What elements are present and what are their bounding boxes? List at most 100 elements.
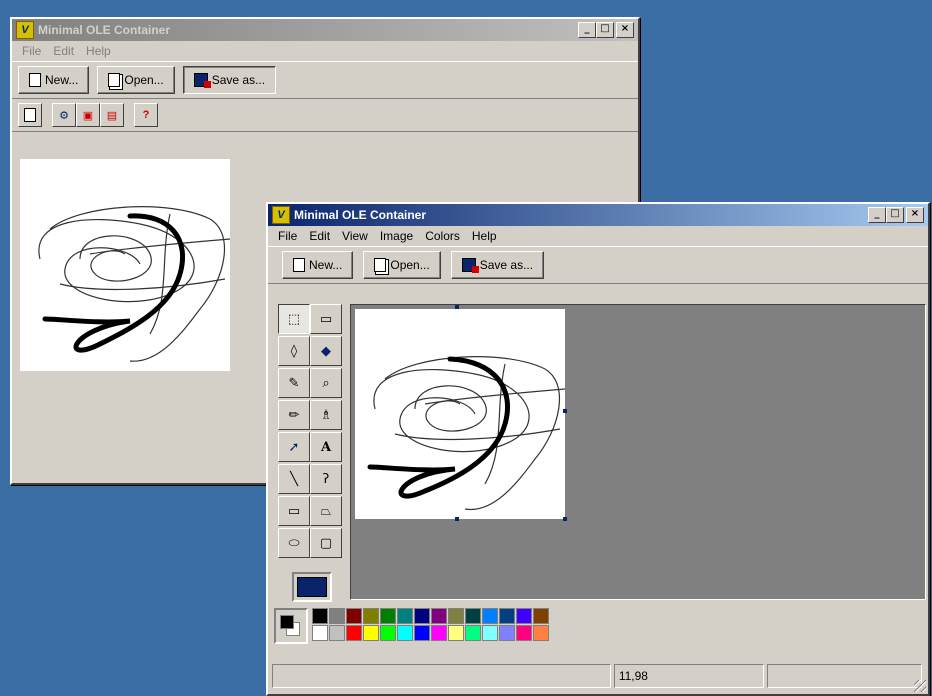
palette-color-swatch[interactable] — [414, 608, 430, 624]
resize-handle[interactable] — [563, 517, 567, 521]
fill-tool[interactable]: ◆ — [310, 336, 342, 366]
maximize-button[interactable]: □ — [886, 207, 904, 223]
palette-color-swatch[interactable] — [448, 608, 464, 624]
size-grip-icon[interactable] — [914, 680, 926, 692]
palette-color-swatch[interactable] — [397, 608, 413, 624]
front-window[interactable]: V Minimal OLE Container _ □ × File Edit … — [266, 202, 930, 696]
rounded-rect-tool[interactable]: ▢ — [310, 528, 342, 558]
paint-canvas[interactable] — [355, 309, 566, 519]
color-palette — [274, 606, 614, 646]
eraser-tool[interactable]: ◊ — [278, 336, 310, 366]
menu-help[interactable]: Help — [466, 229, 503, 243]
scribble-drawing — [38, 206, 231, 362]
palette-color-swatch[interactable] — [516, 625, 532, 641]
save-as-button[interactable]: Save as... — [450, 251, 545, 279]
palette-color-swatch[interactable] — [414, 625, 430, 641]
tool-options-icon — [297, 577, 327, 597]
front-button-row: New... Open... Save as... — [268, 246, 928, 284]
palette-color-swatch[interactable] — [329, 608, 345, 624]
object-edit-button[interactable]: ⚙ — [52, 103, 76, 127]
airbrush-tool[interactable]: ➚ — [278, 432, 310, 462]
palette-color-swatch[interactable] — [499, 625, 515, 641]
palette-color-swatch[interactable] — [465, 608, 481, 624]
menu-view[interactable]: View — [336, 229, 374, 243]
resize-handle[interactable] — [455, 517, 459, 521]
rectangle-tool[interactable]: ▭ — [278, 496, 310, 526]
new-object-button[interactable] — [18, 103, 42, 127]
brush-tool[interactable]: ♗ — [310, 400, 342, 430]
back-small-toolbar: ⚙ ▣ ▤ ? — [12, 99, 638, 132]
minimize-button[interactable]: _ — [578, 22, 596, 38]
new-button[interactable]: New... — [18, 66, 90, 94]
palette-color-swatch[interactable] — [482, 625, 498, 641]
palette-color-swatch[interactable] — [533, 625, 549, 641]
app-icon: V — [16, 21, 34, 39]
new-button[interactable]: New... — [282, 251, 354, 279]
line-tool[interactable]: ╲ — [278, 464, 310, 494]
open-document-icon — [108, 73, 121, 87]
palette-color-swatch[interactable] — [431, 625, 447, 641]
color-picker-tool[interactable]: ✎ — [278, 368, 310, 398]
save-as-button-label: Save as... — [479, 258, 534, 272]
window-title: Minimal OLE Container — [38, 23, 171, 37]
tool-options-box[interactable] — [292, 572, 332, 602]
back-window-titlebar[interactable]: V Minimal OLE Container _ □ × — [12, 19, 638, 41]
ellipse-tool[interactable]: ⬭ — [278, 528, 310, 558]
palette-color-swatch[interactable] — [346, 625, 362, 641]
polygon-tool[interactable]: ⏢ — [310, 496, 342, 526]
palette-color-swatch[interactable] — [397, 625, 413, 641]
palette-color-swatch[interactable] — [346, 608, 362, 624]
free-select-tool[interactable]: ⬚ — [278, 304, 310, 334]
menu-help[interactable]: Help — [80, 44, 117, 58]
palette-color-swatch[interactable] — [465, 625, 481, 641]
back-embedded-drawing[interactable] — [20, 159, 231, 371]
new-button-label: New... — [45, 73, 79, 87]
palette-color-swatch[interactable] — [482, 608, 498, 624]
rect-select-tool[interactable]: ▭ — [310, 304, 342, 334]
text-tool[interactable]: A — [310, 432, 342, 462]
curve-tool[interactable]: ʔ — [310, 464, 342, 494]
open-document-icon — [374, 258, 387, 272]
magnifier-tool[interactable]: ⌕ — [310, 368, 342, 398]
minimize-button[interactable]: _ — [868, 207, 886, 223]
palette-color-swatch[interactable] — [533, 608, 549, 624]
menu-edit[interactable]: Edit — [47, 44, 80, 58]
close-button[interactable]: × — [616, 22, 634, 38]
close-button[interactable]: × — [906, 207, 924, 223]
status-message — [272, 664, 611, 688]
paint-workspace[interactable] — [350, 304, 926, 600]
palette-color-swatch[interactable] — [380, 608, 396, 624]
save-icon — [461, 258, 479, 273]
palette-color-swatch[interactable] — [380, 625, 396, 641]
palette-color-swatch[interactable] — [499, 608, 515, 624]
palette-color-swatch[interactable] — [329, 625, 345, 641]
palette-color-swatch[interactable] — [312, 608, 328, 624]
status-bar: 11,98 — [272, 664, 922, 688]
save-as-button[interactable]: Save as... — [182, 66, 277, 94]
pencil-tool[interactable]: ✏ — [278, 400, 310, 430]
app-icon: V — [272, 206, 290, 224]
object-paste-button[interactable]: ▤ — [100, 103, 124, 127]
palette-color-swatch[interactable] — [431, 608, 447, 624]
maximize-button[interactable]: □ — [596, 22, 614, 38]
palette-color-swatch[interactable] — [363, 625, 379, 641]
menu-colors[interactable]: Colors — [419, 229, 466, 243]
resize-handle[interactable] — [563, 409, 567, 413]
menu-edit[interactable]: Edit — [303, 229, 336, 243]
palette-color-swatch[interactable] — [312, 625, 328, 641]
help-button[interactable]: ? — [134, 103, 158, 127]
resize-handle[interactable] — [455, 305, 459, 309]
menu-image[interactable]: Image — [374, 229, 419, 243]
open-button[interactable]: Open... — [363, 251, 441, 279]
open-button[interactable]: Open... — [97, 66, 175, 94]
palette-color-swatch[interactable] — [363, 608, 379, 624]
palette-color-swatch[interactable] — [448, 625, 464, 641]
current-colors-box[interactable] — [274, 608, 308, 644]
menu-file[interactable]: File — [272, 229, 303, 243]
status-size — [767, 664, 922, 688]
new-document-icon — [29, 73, 41, 87]
object-cut-button[interactable]: ▣ — [76, 103, 100, 127]
front-window-titlebar[interactable]: V Minimal OLE Container _ □ × — [268, 204, 928, 226]
menu-file[interactable]: File — [16, 44, 47, 58]
palette-color-swatch[interactable] — [516, 608, 532, 624]
